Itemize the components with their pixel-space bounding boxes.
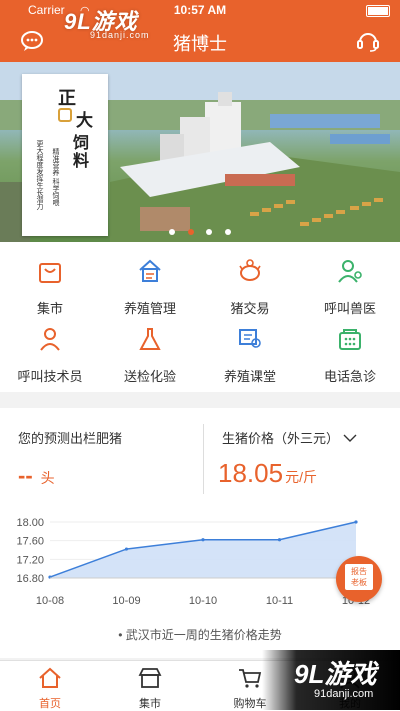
data-point xyxy=(354,520,358,524)
divider xyxy=(203,424,204,494)
report-card-icon: 报告 老板 xyxy=(345,564,373,590)
tab-home[interactable]: 首页 xyxy=(0,661,100,711)
carousel-dot[interactable] xyxy=(224,229,231,235)
y-tick-label: 18.00 xyxy=(16,517,44,529)
menu-item-lab-test[interactable]: 送检化验 xyxy=(100,314,200,384)
data-point xyxy=(201,538,205,542)
watermark-logo-bottom: 9L游戏 91danji.com xyxy=(262,650,400,710)
forecast-title: 您的预测出栏肥猪 xyxy=(18,431,123,446)
vet-doctor-icon xyxy=(338,260,362,283)
price-title: 生猪价格（外三元） xyxy=(222,431,340,446)
feature-grid: 集市 养殖管理 猪交易 呼叫兽医 呼叫技术员 送检化验 养殖课堂 电话急诊 xyxy=(0,242,400,392)
data-point xyxy=(277,538,282,542)
report-boss-button[interactable]: 报告 老板 xyxy=(336,556,382,602)
forecast-unit: 头 xyxy=(40,470,55,486)
price-panel: 您的预测出栏肥猪 -- 头 生猪价格（外三元） 18.05 元/斤 18.00 17.… xyxy=(0,408,400,658)
phone-icon xyxy=(339,329,361,350)
poster-brand-char: 正 xyxy=(58,88,76,108)
app-header: 猪博士 xyxy=(0,20,400,62)
customer-service-icon[interactable] xyxy=(356,29,380,58)
watermark-brand: 9L游戏 xyxy=(294,659,377,689)
data-point xyxy=(124,547,129,551)
badge-line-1: 报告 xyxy=(351,567,367,576)
menu-item-call-technician[interactable]: 呼叫技术员 xyxy=(0,314,100,384)
price-type-selector[interactable]: 生猪价格（外三元） xyxy=(222,428,357,447)
poster-slogan-1: 精准营养 科学饲喂 xyxy=(52,148,59,206)
clock: 10:57 AM xyxy=(173,3,227,17)
menu-item-farm-management[interactable]: 养殖管理 xyxy=(100,246,200,316)
menu-item-label: 呼叫技术员 xyxy=(17,369,83,384)
menu-item-call-vet[interactable]: 呼叫兽医 xyxy=(300,246,400,316)
tab-label: 集市 xyxy=(139,698,161,710)
y-tick-label: 16.80 xyxy=(16,573,44,585)
brand-poster: 正 大 饲料 精准营养 科学饲喂 更大程度发挥生长潜力 xyxy=(22,74,108,236)
poster-brand-char2: 大 xyxy=(76,111,93,130)
poster-brand-feed: 饲料 xyxy=(70,134,87,170)
menu-item-label: 送检化验 xyxy=(123,369,176,384)
carousel-dot-active[interactable] xyxy=(187,229,194,235)
y-tick-label: 17.60 xyxy=(16,536,44,548)
carousel-indicator xyxy=(0,222,400,240)
price-unit: 元/斤 xyxy=(285,469,317,485)
menu-item-classroom[interactable]: 养殖课堂 xyxy=(200,314,300,384)
x-tick-label: 10-11 xyxy=(266,595,293,607)
home-icon xyxy=(39,667,61,688)
tab-label: 首页 xyxy=(39,698,61,710)
farm-house-icon xyxy=(139,259,161,282)
tab-market[interactable]: 集市 xyxy=(100,661,200,711)
chart-note: 武汉市近一周的生猪价格走势 xyxy=(125,628,282,642)
watermark-site: 91danji.com xyxy=(90,30,150,40)
menu-item-market[interactable]: 集市 xyxy=(0,246,100,316)
poster-slogan-2: 更大程度发挥生长潜力 xyxy=(36,140,43,210)
carousel-dot[interactable] xyxy=(169,229,176,235)
x-tick-label: 10-08 xyxy=(36,595,64,607)
badge-line-2: 老板 xyxy=(351,578,367,587)
battery-icon xyxy=(366,5,390,17)
menu-item-label: 电话急诊 xyxy=(323,369,376,384)
lab-flask-icon xyxy=(139,328,161,350)
page-title: 猪博士 xyxy=(173,34,227,54)
x-tick-label: 10-09 xyxy=(112,595,140,607)
menu-item-pig-trade[interactable]: 猪交易 xyxy=(200,246,300,316)
piggy-icon xyxy=(239,259,261,281)
technician-icon xyxy=(40,328,60,351)
watermark-site: 91danji.com xyxy=(314,688,374,700)
forecast-value: -- 头 xyxy=(18,463,55,489)
brand-logo-icon xyxy=(58,108,72,122)
banner-carousel[interactable]: 正 大 饲料 精准营养 科学饲喂 更大程度发挥生长潜力 xyxy=(0,62,400,242)
status-bar: Carrier ◠ 10:57 AM xyxy=(0,0,400,20)
chevron-down-icon xyxy=(339,431,357,446)
classroom-icon xyxy=(239,329,261,348)
cart-icon xyxy=(239,669,262,688)
chart-caption: • 武汉市近一周的生猪价格走势 xyxy=(118,628,282,642)
menu-item-label: 养殖课堂 xyxy=(223,369,276,384)
watermark-logo-top: 9L游戏 91danji.com xyxy=(64,4,149,40)
menu-item-phone-emergency[interactable]: 电话急诊 xyxy=(300,314,400,384)
market-stall-icon xyxy=(138,668,162,688)
carousel-dot[interactable] xyxy=(206,229,213,235)
forecast-number: -- xyxy=(18,463,33,488)
y-tick-label: 17.20 xyxy=(16,554,44,566)
x-tick-label: 10-10 xyxy=(189,595,217,607)
shopping-bag-icon xyxy=(39,263,61,283)
price-value: 18.05 元/斤 xyxy=(218,458,317,489)
price-number: 18.05 xyxy=(218,458,284,488)
price-area xyxy=(50,522,356,578)
